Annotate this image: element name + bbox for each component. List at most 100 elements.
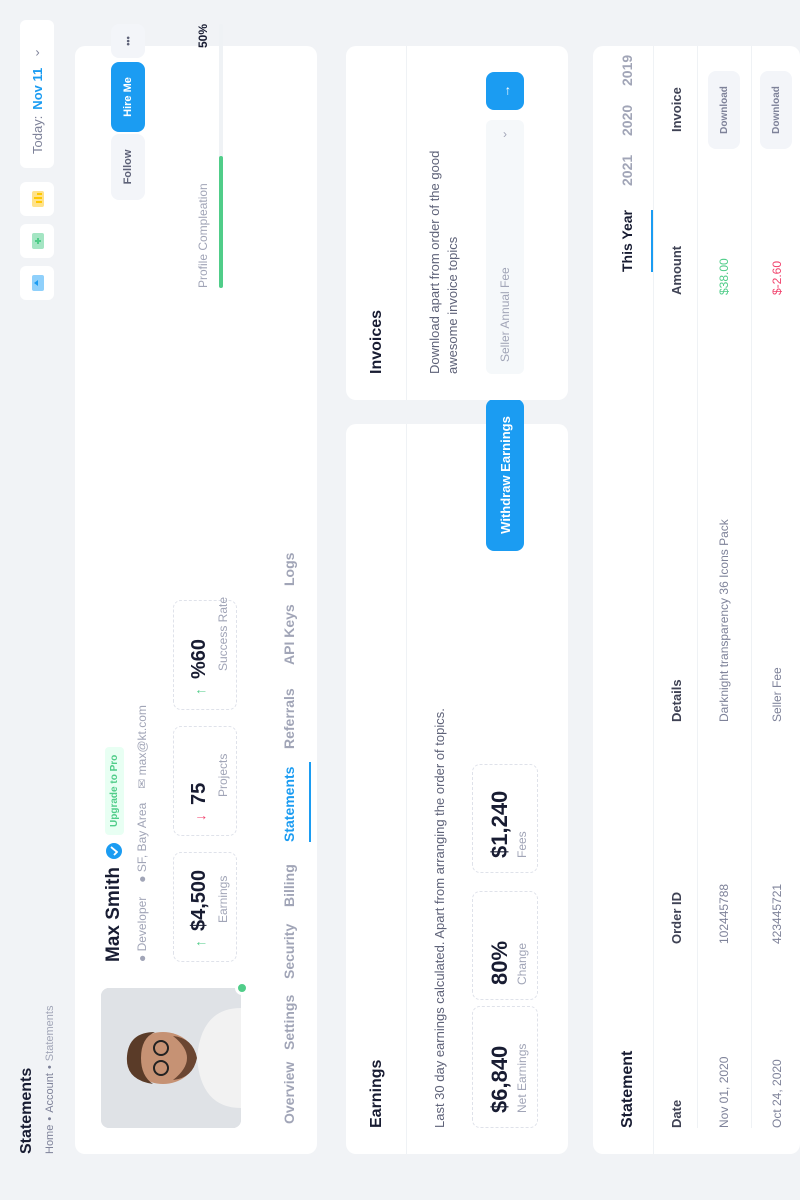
file-up-icon[interactable]	[20, 266, 54, 300]
tab-2019[interactable]: 2019	[619, 55, 635, 86]
profile-location: ● SF, Bay Area	[135, 803, 149, 883]
chevron-down-icon: ›	[503, 127, 507, 141]
date-value: Nov 11	[29, 67, 45, 110]
more-options-button[interactable]: •••	[111, 24, 145, 58]
location-icon: ●	[135, 875, 149, 883]
column-header-date: Date	[669, 1099, 684, 1128]
cell-date: Nov 01, 2020	[717, 1056, 731, 1128]
stat-label: Projects	[216, 753, 230, 797]
withdraw-earnings-button[interactable]: Withdraw Earnings	[486, 399, 524, 551]
arrow-right-icon: →	[497, 84, 513, 98]
year-tabs: This Year 2021 2020 2019	[619, 46, 653, 1154]
header-divider	[697, 46, 698, 1128]
profile-completion-fill	[219, 156, 223, 288]
online-indicator	[235, 981, 249, 995]
stat-label: Fees	[515, 831, 529, 858]
upgrade-badge[interactable]: Upgrade to Pro	[104, 746, 124, 835]
stat-label: Success Rate	[216, 596, 230, 671]
column-header-invoice: Invoice	[669, 87, 684, 132]
follow-button[interactable]: Follow	[111, 134, 145, 200]
breadcrumb-separator: •	[44, 1065, 56, 1070]
chevron-down-icon: ›	[34, 44, 40, 60]
cell-order-id: 102445788	[717, 883, 731, 944]
active-tab-indicator	[309, 762, 311, 842]
hire-me-button[interactable]: Hire Me	[111, 62, 145, 132]
column-header-details: Details	[669, 679, 684, 722]
breadcrumb: Home • Account • Statements	[44, 1006, 56, 1154]
breadcrumb-home[interactable]: Home	[44, 1125, 56, 1154]
invoices-card: Invoices Download apart from order of th…	[346, 46, 568, 400]
mail-icon: ✉	[135, 778, 149, 789]
profile-location-text: SF, Bay Area	[135, 802, 149, 873]
breadcrumb-account[interactable]: Account	[44, 1073, 56, 1113]
tab-statements[interactable]: Statements	[281, 767, 297, 842]
invoices-title: Invoices	[368, 309, 385, 374]
invoices-description: Download apart from order of the good aw…	[427, 150, 460, 374]
column-header-order-id: Order ID	[669, 891, 684, 944]
profile-email-text: max@kt.com	[135, 705, 149, 776]
date-label: Today:	[29, 115, 45, 154]
invoice-type-select[interactable]: Seller Annual Fee ›	[486, 120, 524, 374]
stat-value: $4,500	[188, 869, 210, 931]
table-row: Nov 01, 2020 102445788 Darknight transpa…	[699, 46, 751, 1154]
stat-projects: ↓ 75 Projects	[173, 726, 237, 836]
tab-billing[interactable]: Billing	[281, 864, 297, 907]
card-divider	[406, 46, 407, 400]
profile-completion-value: 50%	[196, 24, 210, 49]
chart-folder-icon[interactable]	[20, 182, 54, 216]
avatar	[101, 988, 241, 1128]
breadcrumb-separator: •	[44, 1116, 56, 1121]
tab-api-keys[interactable]: API Keys	[281, 604, 297, 665]
stat-value: $6,840	[487, 1045, 512, 1113]
download-button[interactable]: Download	[760, 71, 792, 149]
select-placeholder: Seller Annual Fee	[498, 267, 512, 362]
earnings-card: Earnings Last 30 day earnings calculated…	[346, 399, 568, 1154]
fees-stat: $1,240 Fees	[472, 764, 538, 873]
tab-2021[interactable]: 2021	[619, 155, 635, 186]
profile-email[interactable]: ✉ max@kt.com	[135, 705, 149, 789]
breadcrumb-statements: Statements	[44, 1005, 56, 1062]
page-root: Statements Home • Account • Statements Tod…	[0, 0, 800, 1200]
profile-completion-bar	[219, 24, 223, 288]
tab-logs[interactable]: Logs	[281, 553, 297, 586]
profile-role: ● Developer	[135, 897, 149, 962]
net-earnings-stat: $6,840 Net Earnings	[472, 1006, 538, 1128]
stat-success-rate: ↑ %60 Success Rate	[173, 596, 237, 710]
card-divider	[653, 46, 654, 1154]
tab-2020[interactable]: 2020	[619, 105, 635, 136]
user-icon: ●	[135, 954, 149, 962]
cell-amount: $-2.60	[770, 260, 784, 295]
profile-tabs: Overview Settings Security Billing State…	[281, 46, 317, 1154]
column-header-amount: Amount	[669, 245, 684, 295]
tab-security[interactable]: Security	[281, 924, 297, 979]
page-title: Statements	[18, 1067, 35, 1154]
change-stat: 80% Change	[472, 891, 538, 1000]
cell-date: Oct 24, 2020	[770, 1059, 784, 1128]
profile-completion-label: Profile Compleation	[196, 183, 210, 288]
profile-card: Max Smith Upgrade to Pro ● Developer ● S…	[75, 24, 317, 1154]
statement-card: Statement This Year 2021 2020 2019 Date …	[593, 46, 800, 1154]
download-invoice-button[interactable]: →	[486, 72, 524, 110]
arrow-up-icon: ↑	[192, 940, 208, 947]
stat-value: $1,240	[487, 790, 512, 858]
earnings-title: Earnings	[368, 1059, 385, 1128]
cell-details: Seller Fee	[770, 667, 784, 722]
stat-value: %60	[188, 638, 210, 679]
arrow-down-icon: ↓	[192, 814, 208, 821]
date-picker[interactable]: Today: Nov 11 ›	[20, 20, 54, 168]
stat-value: 80%	[487, 940, 512, 985]
tab-this-year[interactable]: This Year	[619, 210, 635, 272]
card-divider	[406, 424, 407, 1154]
table-row: Oct 24, 2020 423445721 Seller Fee $-2.60…	[752, 46, 800, 1154]
cell-details: Darknight transparency 36 Icons Pack	[717, 519, 731, 722]
tab-settings[interactable]: Settings	[281, 995, 297, 1050]
download-button[interactable]: Download	[708, 71, 740, 149]
stat-label: Earnings	[216, 875, 230, 923]
file-add-icon[interactable]	[20, 224, 54, 258]
profile-name: Max Smith	[103, 866, 124, 962]
tab-overview[interactable]: Overview	[281, 1062, 297, 1124]
stat-earnings: ↑ $4,500 Earnings	[173, 852, 237, 962]
tab-referrals[interactable]: Referrals	[281, 688, 297, 749]
earnings-description: Last 30 day earnings calculated. Apart f…	[432, 708, 447, 1128]
arrow-up-icon: ↑	[192, 688, 208, 695]
